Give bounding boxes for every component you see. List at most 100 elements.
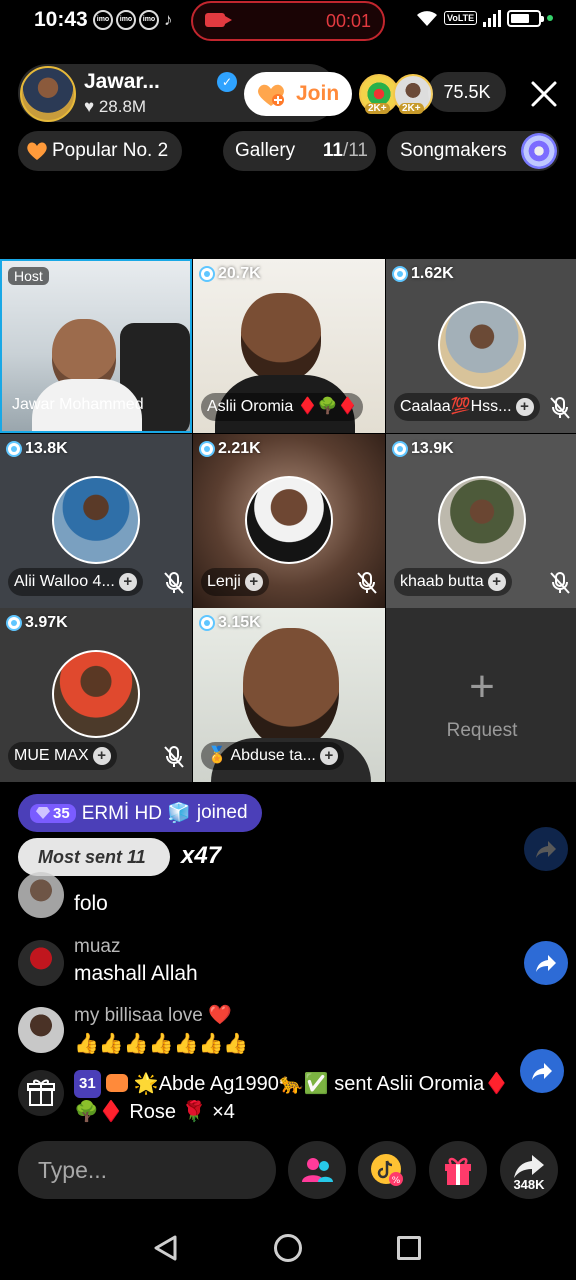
guest-name: MUE MAX + (8, 742, 117, 770)
mic-muted-icon (550, 397, 570, 419)
share-arrow-icon (536, 955, 556, 972)
chat-message[interactable]: muaz mashall Allah (18, 936, 498, 992)
heart-icon (27, 142, 47, 160)
recording-time: 00:01 (325, 11, 371, 31)
guest-tile[interactable]: 13.8K Alii Walloo 4... + (0, 434, 192, 608)
viewer-count[interactable]: 75.5K (428, 72, 506, 112)
gift-button[interactable] (429, 1141, 487, 1199)
mic-muted-icon (164, 572, 184, 594)
comment-input[interactable] (18, 1141, 276, 1199)
diamond-icon (36, 807, 50, 819)
back-icon[interactable] (152, 1234, 178, 1262)
follow-plus-icon[interactable]: + (118, 573, 137, 591)
guest-gift-count-text: 1.62K (411, 265, 454, 282)
status-bar: 10:43 imo imo imo ♪ 00:01 VoLTE (0, 0, 576, 42)
request-label: Request (446, 720, 518, 741)
gift-multiplier: x47 (181, 842, 222, 869)
guest-gift-count-text: 13.9K (411, 440, 454, 457)
tiktok-coin-icon: % (371, 1154, 403, 1186)
screen-recording-indicator[interactable]: 00:01 (191, 1, 385, 41)
guest-avatar (438, 476, 526, 564)
chat-username[interactable]: my billisaa love ❤️ (74, 1003, 232, 1027)
guest-tile[interactable]: Host Jawar Mohammed (0, 259, 192, 433)
host-likes-count: 28.8M (98, 97, 147, 116)
guest-name: Caalaa💯Hss... + (394, 393, 540, 421)
guest-tile[interactable]: 1.62K Caalaa💯Hss... + (386, 259, 576, 433)
share-count: 348K (513, 1177, 545, 1192)
chat-message[interactable]: folo (18, 872, 498, 918)
imo-icon: imo (139, 10, 159, 30)
viewer-badge: 2K+ (365, 103, 390, 114)
chat-avatar[interactable] (18, 872, 64, 918)
guest-name-text: khaab butta (400, 573, 484, 590)
chat-text: mashall Allah (74, 962, 198, 985)
popular-rank-label: Popular No. 2 (52, 140, 169, 161)
host-card[interactable]: Jawar... ✓ ♥ 28.8M Join (18, 64, 352, 122)
follow-plus-icon[interactable]: + (244, 573, 263, 591)
request-tile[interactable]: + Request (386, 608, 576, 782)
guest-name: Alii Walloo 4... + (8, 568, 143, 596)
follow-plus-icon[interactable]: + (92, 747, 111, 765)
top-viewer-avatar[interactable]: 2K+ (393, 74, 433, 114)
home-icon[interactable] (274, 1234, 302, 1262)
joined-action: joined (196, 802, 248, 823)
guest-tile[interactable]: 2.21K Lenji + (193, 434, 385, 608)
coin-icon (6, 441, 22, 457)
guest-gift-count-text: 2.21K (218, 440, 261, 457)
share-arrow-icon (532, 1063, 552, 1080)
share-button[interactable] (520, 1049, 564, 1093)
person-face (243, 628, 339, 748)
host-avatar[interactable] (20, 66, 76, 122)
gift-icon (445, 1157, 471, 1185)
close-icon[interactable] (524, 74, 564, 114)
guest-gift-count: 3.97K (6, 614, 68, 632)
follow-plus-icon[interactable]: + (319, 747, 338, 765)
guest-name-text: Caalaa💯Hss... (400, 398, 512, 415)
share-button[interactable] (524, 827, 568, 871)
coin-icon (199, 615, 215, 631)
popular-rank-pill[interactable]: Popular No. 2 (18, 131, 182, 171)
guest-avatar (52, 476, 140, 564)
joined-user[interactable]: ERMİ HD 🧊 (82, 801, 191, 825)
guest-gift-count: 1.62K (392, 265, 454, 283)
songmakers-label: Songmakers (400, 140, 507, 161)
gallery-total: /11 (342, 140, 368, 161)
wifi-icon (417, 11, 437, 26)
system-indicators: VoLTE (416, 9, 554, 27)
share-button[interactable] (524, 941, 568, 985)
guest-gift-count: 20.7K (199, 265, 261, 283)
guest-tile[interactable]: 13.9K khaab butta + (386, 434, 576, 608)
gallery-count: 11/11 (323, 131, 368, 171)
chat-message[interactable]: my billisaa love ❤️ 👍👍👍👍👍👍👍 (18, 1003, 498, 1059)
viewer-badge: 2K+ (399, 103, 424, 114)
chat-username[interactable]: muaz (74, 936, 120, 958)
guest-name-text: 🏅 Abduse ta... (207, 747, 316, 764)
chat-avatar[interactable] (18, 1007, 64, 1053)
songmakers-pill[interactable]: Songmakers (387, 131, 559, 171)
follow-plus-icon[interactable]: + (487, 573, 506, 591)
recent-apps-icon[interactable] (397, 1236, 421, 1260)
gallery-pill[interactable]: Gallery 11/11 (223, 131, 376, 171)
coin-icon (392, 266, 408, 282)
follow-plus-icon[interactable]: + (515, 398, 534, 416)
guest-name: 🏅 Abduse ta... + (201, 742, 344, 770)
guest-name-text: Lenji (207, 573, 241, 590)
host-name: Jawar... (84, 70, 160, 93)
multi-guest-button[interactable] (288, 1141, 346, 1199)
level-number: 35 (53, 804, 70, 822)
guest-tile[interactable]: 3.15K 🏅 Abduse ta... + (193, 608, 385, 782)
join-button[interactable]: Join (244, 72, 352, 116)
guest-name-text: Aslii Oromia ♦️🌳♦️ (207, 398, 358, 415)
chat-avatar[interactable] (18, 940, 64, 986)
guest-name: Jawar Mohammed (6, 391, 150, 419)
join-label: Join (296, 82, 340, 105)
guest-avatar (245, 476, 333, 564)
promote-button[interactable]: % (358, 1141, 416, 1199)
guest-tile[interactable]: 3.97K MUE MAX + (0, 608, 192, 782)
guest-tile[interactable]: 20.7K Aslii Oromia ♦️🌳♦️ (193, 259, 385, 433)
guest-name-text: MUE MAX (14, 747, 89, 764)
mic-muted-icon (357, 572, 377, 594)
gift-message-icon (18, 1070, 64, 1116)
join-notice: 35 ERMİ HD 🧊 joined (18, 794, 262, 832)
share-stream-button[interactable]: 348K (500, 1141, 558, 1199)
